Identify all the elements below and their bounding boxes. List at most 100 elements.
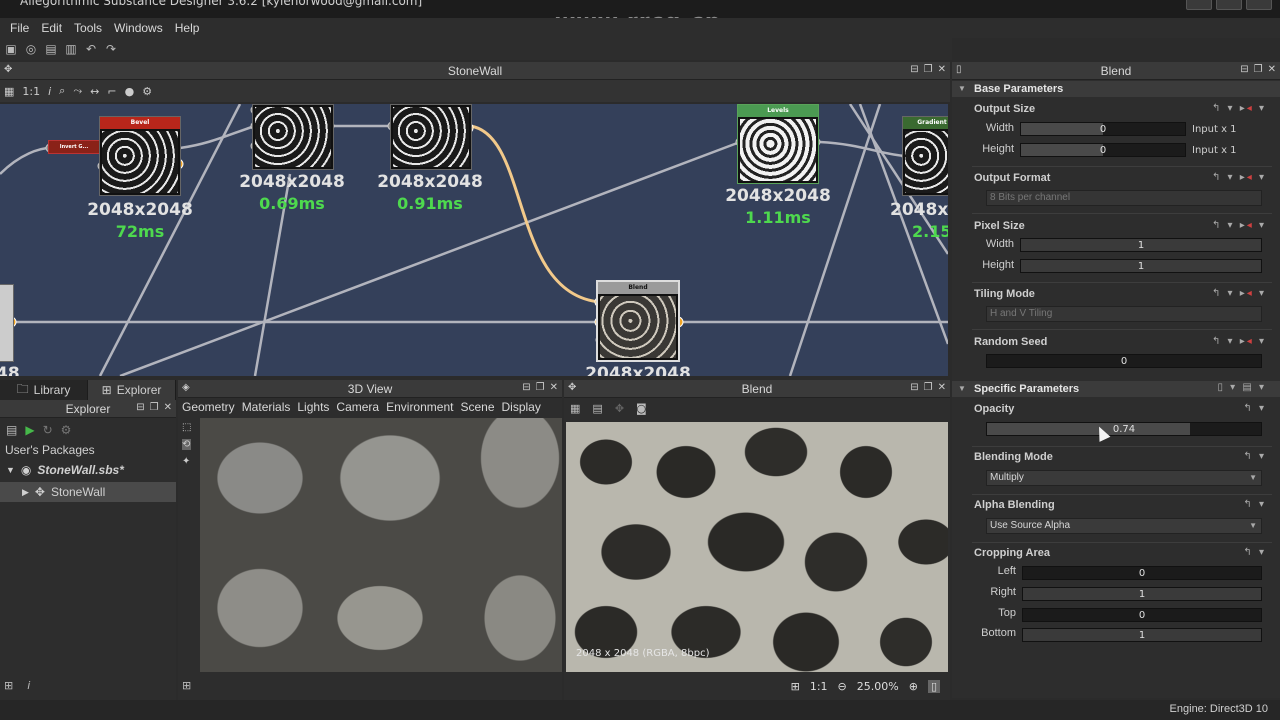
close-icon[interactable]: ✕ <box>550 382 558 393</box>
align-icon[interactable]: ↔ <box>90 85 99 98</box>
lock-icon[interactable]: ▯ <box>927 679 940 693</box>
pin-icon[interactable]: ⊟ <box>910 64 918 75</box>
view-2d-image[interactable] <box>566 422 948 672</box>
menu-geometry[interactable]: Geometry <box>182 400 235 418</box>
param-controls[interactable]: ↰ ▾ ▸◂ ▾ <box>1212 103 1266 114</box>
tab-explorer[interactable]: ⊞ Explorer <box>88 380 176 400</box>
menu-materials[interactable]: Materials <box>242 400 291 418</box>
float-icon[interactable]: ❐ <box>1254 64 1263 75</box>
graph-item-stonewall[interactable]: ▶ ✥ StoneWall <box>0 482 176 502</box>
random-seed-slider[interactable]: 0 <box>986 354 1262 368</box>
opacity-slider[interactable]: 0.74 <box>986 422 1262 436</box>
menu-tools[interactable]: Tools <box>74 21 102 35</box>
param-controls[interactable]: ↰ ▾ <box>1243 499 1266 510</box>
zoom-out-icon[interactable]: ⊖ <box>838 680 847 693</box>
output-format-dropdown[interactable]: 8 Bits per channel <box>986 190 1262 206</box>
section-controls[interactable]: ▯ ▾ ▤ ▾ <box>1217 382 1266 393</box>
undo-icon[interactable]: ↶ <box>84 42 98 56</box>
redo-icon[interactable]: ↷ <box>104 42 118 56</box>
menu-environment[interactable]: Environment <box>386 400 453 418</box>
save-icon[interactable]: ▤ <box>592 402 602 415</box>
float-icon[interactable]: ❐ <box>924 382 933 393</box>
menu-help[interactable]: Help <box>175 21 200 35</box>
graph-node[interactable] <box>390 104 472 170</box>
param-controls[interactable]: ↰ ▾ <box>1243 451 1266 462</box>
link-icon[interactable]: ⌐ <box>107 85 116 98</box>
expand-arrow-icon[interactable]: ▼ <box>6 465 15 475</box>
pin-icon[interactable]: ⊟ <box>910 382 918 393</box>
section-base-parameters[interactable]: Base Parameters <box>952 81 1280 97</box>
gradient-node[interactable]: Gradient <box>902 116 948 196</box>
alpha-blending-dropdown[interactable]: Use Source Alpha ▼ <box>986 518 1262 534</box>
crop-right-slider[interactable]: 1 <box>1022 587 1262 601</box>
info-icon[interactable]: i <box>48 85 51 98</box>
view-3d-viewport[interactable] <box>200 418 562 672</box>
param-controls[interactable]: ↰ ▾ <box>1243 403 1266 414</box>
search-icon[interactable]: ⌕ <box>59 84 65 98</box>
pixel-height-slider[interactable]: 1 <box>1020 259 1262 273</box>
save-all-icon[interactable]: ▥ <box>64 42 78 56</box>
info-icon[interactable]: i <box>27 679 30 692</box>
graph-node[interactable] <box>252 104 334 170</box>
float-icon[interactable]: ❐ <box>924 64 933 75</box>
menu-display[interactable]: Display <box>502 400 541 418</box>
rotate-icon[interactable]: ⟲ <box>182 439 192 450</box>
tree-icon[interactable]: ⊞ <box>182 679 191 692</box>
light-icon[interactable]: ✦ <box>182 456 191 467</box>
settings-gear-icon[interactable]: ⚙ <box>61 423 72 437</box>
param-controls[interactable]: ↰ ▾ ▸◂ ▾ <box>1212 288 1266 299</box>
blending-mode-dropdown[interactable]: Multiply ▼ <box>986 470 1262 486</box>
tiling-mode-dropdown[interactable]: H and V Tiling <box>986 306 1262 322</box>
menu-lights[interactable]: Lights <box>297 400 329 418</box>
levels-node[interactable]: Levels <box>737 104 819 184</box>
grid-icon[interactable]: ▦ <box>570 402 580 415</box>
crop-left-slider[interactable]: 0 <box>1022 566 1262 580</box>
menu-scene[interactable]: Scene <box>460 400 494 418</box>
pin-icon[interactable]: ⊟ <box>1240 64 1248 75</box>
collapse-arrow-icon[interactable]: ▶ <box>22 487 29 498</box>
float-icon[interactable]: ❐ <box>150 402 159 413</box>
pin-icon[interactable]: ⊟ <box>136 402 144 413</box>
graph-frame-icon[interactable]: ▦ <box>4 85 14 98</box>
invert-node[interactable]: Invert G... <box>48 140 100 154</box>
settings-gear-icon[interactable]: ⚙ <box>142 85 152 98</box>
blend-node[interactable]: Blend <box>596 280 680 362</box>
tab-library[interactable]: 🗀 Library <box>0 380 88 400</box>
refresh-icon[interactable]: ↻ <box>43 423 53 437</box>
zoom-value[interactable]: 25.00% <box>857 680 899 693</box>
close-icon[interactable]: ✕ <box>938 64 946 75</box>
float-icon[interactable]: ❐ <box>536 382 545 393</box>
graph-node[interactable] <box>0 284 14 362</box>
connect-icon[interactable]: ⤳ <box>73 84 82 98</box>
close-icon[interactable]: ✕ <box>164 402 172 413</box>
graph-canvas[interactable]: Invert G... Bevel 2048x2048 72ms 2048x20… <box>0 104 948 376</box>
bake-icon[interactable]: ● <box>125 85 135 98</box>
frame-icon[interactable]: ⬚ <box>182 422 191 433</box>
minimize-button[interactable] <box>1186 0 1212 10</box>
zoom-ratio[interactable]: 1:1 <box>22 85 40 98</box>
open-icon[interactable]: ◎ <box>24 42 38 56</box>
crop-bottom-slider[interactable]: 1 <box>1022 628 1262 642</box>
new-package-icon[interactable]: ▣ <box>4 42 18 56</box>
save-icon[interactable]: ▤ <box>6 423 17 437</box>
tree-icon[interactable]: ⊞ <box>4 679 13 692</box>
menu-camera[interactable]: Camera <box>336 400 379 418</box>
param-controls[interactable]: ↰ ▾ ▸◂ ▾ <box>1212 220 1266 231</box>
output-width-slider[interactable]: 0 <box>1020 122 1186 136</box>
close-button[interactable] <box>1246 0 1272 10</box>
menu-windows[interactable]: Windows <box>114 21 163 35</box>
fit-icon[interactable]: ⊞ <box>791 680 800 693</box>
param-controls[interactable]: ↰ ▾ ▸◂ ▾ <box>1212 336 1266 347</box>
camera-icon[interactable]: ◙ <box>636 402 647 415</box>
close-icon[interactable]: ✕ <box>1268 64 1276 75</box>
channels-icon[interactable]: ✥ <box>615 402 624 415</box>
save-icon[interactable]: ▤ <box>44 42 58 56</box>
maximize-button[interactable] <box>1216 0 1242 10</box>
pixel-width-slider[interactable]: 1 <box>1020 238 1262 252</box>
param-controls[interactable]: ↰ ▾ <box>1243 547 1266 558</box>
menu-file[interactable]: File <box>10 21 29 35</box>
ratio-button[interactable]: 1:1 <box>810 680 828 693</box>
menu-edit[interactable]: Edit <box>41 21 62 35</box>
output-height-slider[interactable]: 0 <box>1020 143 1186 157</box>
param-controls[interactable]: ↰ ▾ ▸◂ ▾ <box>1212 172 1266 183</box>
